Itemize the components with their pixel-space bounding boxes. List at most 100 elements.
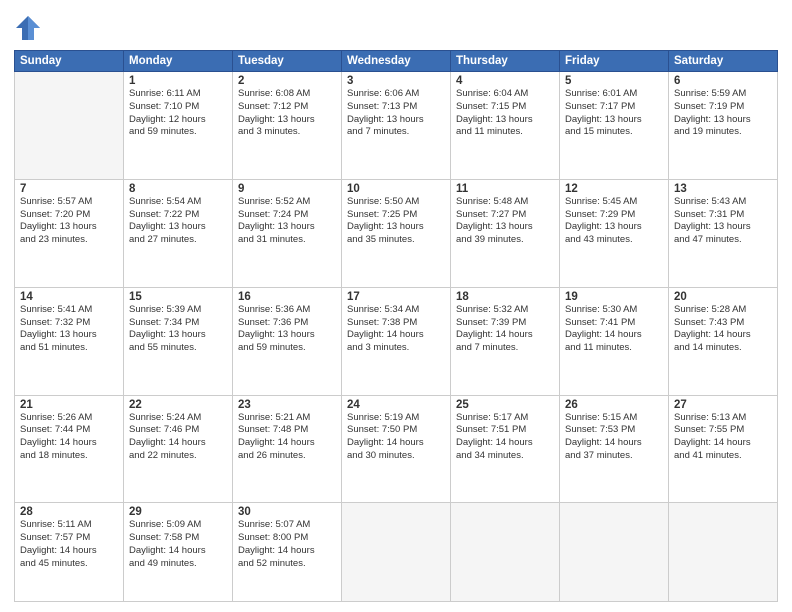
day-number: 13 xyxy=(674,183,772,195)
day-number: 14 xyxy=(20,291,118,303)
day-number: 11 xyxy=(456,183,554,195)
calendar-cell: 25Sunrise: 5:17 AMSunset: 7:51 PMDayligh… xyxy=(451,395,560,503)
cell-info: Sunrise: 5:19 AMSunset: 7:50 PMDaylight:… xyxy=(347,412,445,463)
cell-info: Sunrise: 5:54 AMSunset: 7:22 PMDaylight:… xyxy=(129,196,227,247)
day-number: 3 xyxy=(347,75,445,87)
calendar-week-row: 21Sunrise: 5:26 AMSunset: 7:44 PMDayligh… xyxy=(15,395,778,503)
cell-info: Sunrise: 5:11 AMSunset: 7:57 PMDaylight:… xyxy=(20,519,118,570)
day-number: 19 xyxy=(565,291,663,303)
cell-info: Sunrise: 5:59 AMSunset: 7:19 PMDaylight:… xyxy=(674,88,772,139)
calendar-cell: 29Sunrise: 5:09 AMSunset: 7:58 PMDayligh… xyxy=(124,503,233,602)
day-number: 25 xyxy=(456,399,554,411)
day-number: 17 xyxy=(347,291,445,303)
cell-info: Sunrise: 6:01 AMSunset: 7:17 PMDaylight:… xyxy=(565,88,663,139)
day-number: 28 xyxy=(20,506,118,518)
calendar-week-row: 28Sunrise: 5:11 AMSunset: 7:57 PMDayligh… xyxy=(15,503,778,602)
calendar-week-row: 1Sunrise: 6:11 AMSunset: 7:10 PMDaylight… xyxy=(15,72,778,180)
calendar-cell: 22Sunrise: 5:24 AMSunset: 7:46 PMDayligh… xyxy=(124,395,233,503)
day-number: 5 xyxy=(565,75,663,87)
cell-info: Sunrise: 6:11 AMSunset: 7:10 PMDaylight:… xyxy=(129,88,227,139)
day-number: 18 xyxy=(456,291,554,303)
day-number: 16 xyxy=(238,291,336,303)
calendar-cell xyxy=(342,503,451,602)
day-number: 10 xyxy=(347,183,445,195)
cell-info: Sunrise: 5:50 AMSunset: 7:25 PMDaylight:… xyxy=(347,196,445,247)
cell-info: Sunrise: 5:34 AMSunset: 7:38 PMDaylight:… xyxy=(347,304,445,355)
calendar-header-sunday: Sunday xyxy=(15,51,124,72)
calendar-cell: 6Sunrise: 5:59 AMSunset: 7:19 PMDaylight… xyxy=(669,72,778,180)
calendar-cell: 3Sunrise: 6:06 AMSunset: 7:13 PMDaylight… xyxy=(342,72,451,180)
cell-info: Sunrise: 5:39 AMSunset: 7:34 PMDaylight:… xyxy=(129,304,227,355)
calendar-cell: 15Sunrise: 5:39 AMSunset: 7:34 PMDayligh… xyxy=(124,287,233,395)
cell-info: Sunrise: 5:21 AMSunset: 7:48 PMDaylight:… xyxy=(238,412,336,463)
day-number: 9 xyxy=(238,183,336,195)
calendar-cell: 7Sunrise: 5:57 AMSunset: 7:20 PMDaylight… xyxy=(15,179,124,287)
cell-info: Sunrise: 5:09 AMSunset: 7:58 PMDaylight:… xyxy=(129,519,227,570)
calendar-cell: 12Sunrise: 5:45 AMSunset: 7:29 PMDayligh… xyxy=(560,179,669,287)
calendar-cell xyxy=(15,72,124,180)
cell-info: Sunrise: 5:32 AMSunset: 7:39 PMDaylight:… xyxy=(456,304,554,355)
cell-info: Sunrise: 5:17 AMSunset: 7:51 PMDaylight:… xyxy=(456,412,554,463)
calendar-cell: 8Sunrise: 5:54 AMSunset: 7:22 PMDaylight… xyxy=(124,179,233,287)
day-number: 6 xyxy=(674,75,772,87)
cell-info: Sunrise: 6:06 AMSunset: 7:13 PMDaylight:… xyxy=(347,88,445,139)
day-number: 1 xyxy=(129,75,227,87)
calendar-cell: 23Sunrise: 5:21 AMSunset: 7:48 PMDayligh… xyxy=(233,395,342,503)
cell-info: Sunrise: 5:57 AMSunset: 7:20 PMDaylight:… xyxy=(20,196,118,247)
calendar-cell: 10Sunrise: 5:50 AMSunset: 7:25 PMDayligh… xyxy=(342,179,451,287)
calendar-cell: 18Sunrise: 5:32 AMSunset: 7:39 PMDayligh… xyxy=(451,287,560,395)
page: SundayMondayTuesdayWednesdayThursdayFrid… xyxy=(0,0,792,612)
calendar-cell: 16Sunrise: 5:36 AMSunset: 7:36 PMDayligh… xyxy=(233,287,342,395)
day-number: 29 xyxy=(129,506,227,518)
cell-info: Sunrise: 5:26 AMSunset: 7:44 PMDaylight:… xyxy=(20,412,118,463)
logo xyxy=(14,14,46,42)
cell-info: Sunrise: 6:04 AMSunset: 7:15 PMDaylight:… xyxy=(456,88,554,139)
calendar-cell: 1Sunrise: 6:11 AMSunset: 7:10 PMDaylight… xyxy=(124,72,233,180)
calendar-cell: 20Sunrise: 5:28 AMSunset: 7:43 PMDayligh… xyxy=(669,287,778,395)
calendar-cell: 19Sunrise: 5:30 AMSunset: 7:41 PMDayligh… xyxy=(560,287,669,395)
cell-info: Sunrise: 5:13 AMSunset: 7:55 PMDaylight:… xyxy=(674,412,772,463)
cell-info: Sunrise: 5:36 AMSunset: 7:36 PMDaylight:… xyxy=(238,304,336,355)
cell-info: Sunrise: 5:43 AMSunset: 7:31 PMDaylight:… xyxy=(674,196,772,247)
cell-info: Sunrise: 5:30 AMSunset: 7:41 PMDaylight:… xyxy=(565,304,663,355)
calendar-cell: 9Sunrise: 5:52 AMSunset: 7:24 PMDaylight… xyxy=(233,179,342,287)
cell-info: Sunrise: 5:48 AMSunset: 7:27 PMDaylight:… xyxy=(456,196,554,247)
day-number: 8 xyxy=(129,183,227,195)
calendar-cell: 13Sunrise: 5:43 AMSunset: 7:31 PMDayligh… xyxy=(669,179,778,287)
calendar-cell: 28Sunrise: 5:11 AMSunset: 7:57 PMDayligh… xyxy=(15,503,124,602)
calendar-cell xyxy=(560,503,669,602)
day-number: 22 xyxy=(129,399,227,411)
calendar-header-saturday: Saturday xyxy=(669,51,778,72)
calendar-header-wednesday: Wednesday xyxy=(342,51,451,72)
day-number: 30 xyxy=(238,506,336,518)
calendar-cell xyxy=(451,503,560,602)
calendar-header-monday: Monday xyxy=(124,51,233,72)
header xyxy=(14,10,778,42)
day-number: 2 xyxy=(238,75,336,87)
day-number: 24 xyxy=(347,399,445,411)
cell-info: Sunrise: 5:15 AMSunset: 7:53 PMDaylight:… xyxy=(565,412,663,463)
cell-info: Sunrise: 5:45 AMSunset: 7:29 PMDaylight:… xyxy=(565,196,663,247)
day-number: 7 xyxy=(20,183,118,195)
calendar-cell: 4Sunrise: 6:04 AMSunset: 7:15 PMDaylight… xyxy=(451,72,560,180)
logo-icon xyxy=(14,14,42,42)
day-number: 21 xyxy=(20,399,118,411)
calendar-cell: 14Sunrise: 5:41 AMSunset: 7:32 PMDayligh… xyxy=(15,287,124,395)
cell-info: Sunrise: 5:07 AMSunset: 8:00 PMDaylight:… xyxy=(238,519,336,570)
calendar-header-friday: Friday xyxy=(560,51,669,72)
calendar-cell xyxy=(669,503,778,602)
calendar-cell: 2Sunrise: 6:08 AMSunset: 7:12 PMDaylight… xyxy=(233,72,342,180)
day-number: 20 xyxy=(674,291,772,303)
day-number: 12 xyxy=(565,183,663,195)
calendar-header-tuesday: Tuesday xyxy=(233,51,342,72)
calendar-cell: 5Sunrise: 6:01 AMSunset: 7:17 PMDaylight… xyxy=(560,72,669,180)
day-number: 27 xyxy=(674,399,772,411)
calendar-cell: 26Sunrise: 5:15 AMSunset: 7:53 PMDayligh… xyxy=(560,395,669,503)
calendar-table: SundayMondayTuesdayWednesdayThursdayFrid… xyxy=(14,50,778,602)
day-number: 15 xyxy=(129,291,227,303)
calendar-cell: 11Sunrise: 5:48 AMSunset: 7:27 PMDayligh… xyxy=(451,179,560,287)
cell-info: Sunrise: 5:24 AMSunset: 7:46 PMDaylight:… xyxy=(129,412,227,463)
cell-info: Sunrise: 6:08 AMSunset: 7:12 PMDaylight:… xyxy=(238,88,336,139)
calendar-cell: 24Sunrise: 5:19 AMSunset: 7:50 PMDayligh… xyxy=(342,395,451,503)
calendar-cell: 30Sunrise: 5:07 AMSunset: 8:00 PMDayligh… xyxy=(233,503,342,602)
